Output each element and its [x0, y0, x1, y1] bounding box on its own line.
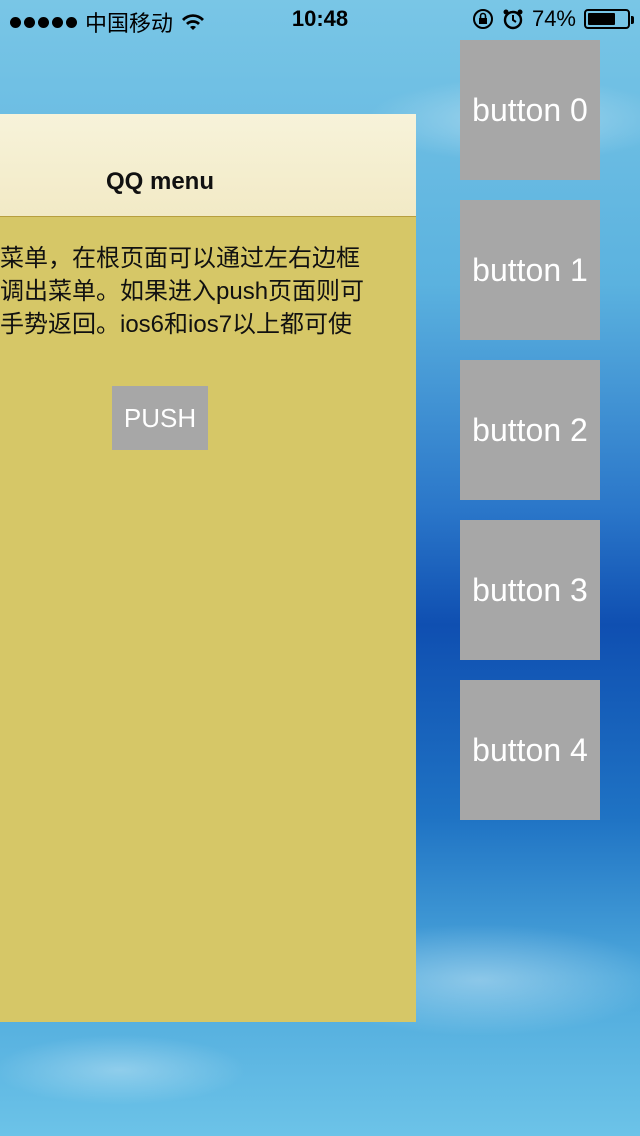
menu-button-2[interactable]: button 2 [460, 360, 600, 500]
page-title: QQ menu [105, 168, 214, 195]
status-bar: 中国移动 10:48 74% [0, 0, 640, 40]
menu-button-0[interactable]: button 0 [460, 40, 600, 180]
menu-button-3[interactable]: button 3 [460, 520, 600, 660]
battery-icon [584, 9, 634, 29]
description-line: 手势返回。ios6和ios7以上都可使 [0, 311, 353, 338]
push-button[interactable]: PUSH [112, 386, 208, 450]
menu-button-4[interactable]: button 4 [460, 680, 600, 820]
alarm-icon [503, 9, 523, 30]
main-content-panel[interactable]: QQ menu 菜单，在根页面可以通过左右边框 调出菜单。如果进入push页面则… [0, 114, 416, 1022]
rotation-lock-icon [472, 9, 493, 29]
menu-button-1[interactable]: button 1 [460, 200, 600, 340]
battery-percent: 74% [531, 6, 576, 31]
description-line: 调出菜单。如果进入push页面则可 [0, 278, 365, 305]
navigation-bar: QQ menu [0, 114, 416, 217]
description-line: 菜单，在根页面可以通过左右边框 [0, 245, 360, 272]
status-right: 74% [472, 6, 634, 32]
description-text: 菜单，在根页面可以通过左右边框 调出菜单。如果进入push页面则可 手势返回。i… [0, 242, 408, 341]
